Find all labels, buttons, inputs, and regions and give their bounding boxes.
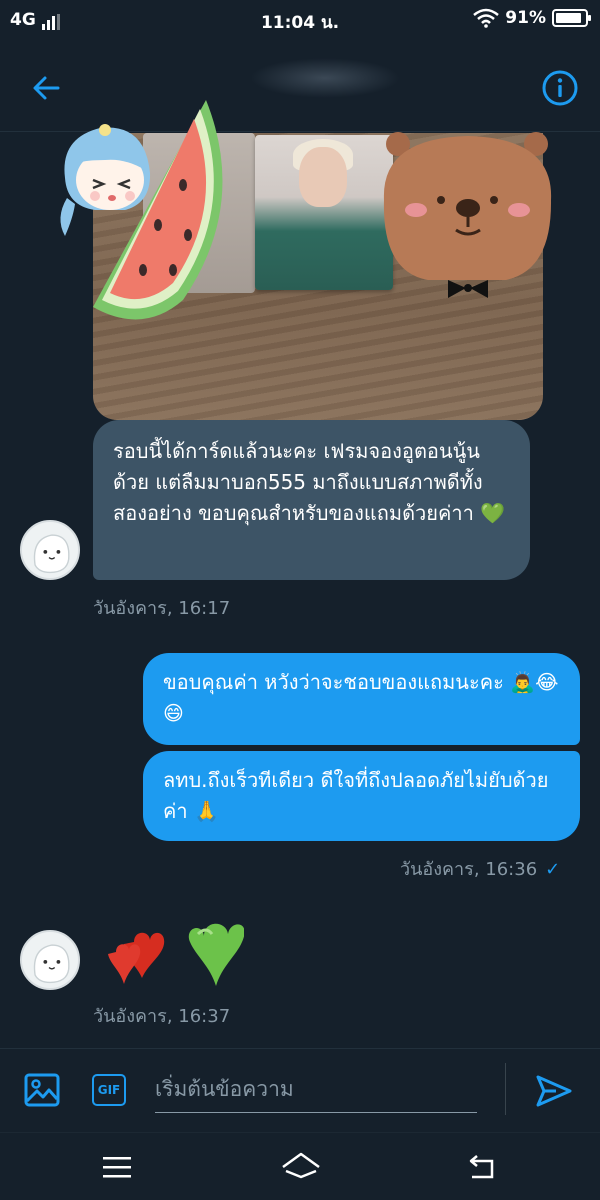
read-check-icon: ✓ [545, 859, 561, 880]
image-icon[interactable] [24, 1073, 60, 1107]
received-message-bubble[interactable]: รอบนี้ได้การ์ดแล้วนะคะ เฟรมจองอูตอนนู้นด… [93, 420, 530, 580]
battery-icon [552, 9, 591, 27]
received-message-text: รอบนี้ได้การ์ดแล้วนะคะ เฟรมจองอูตอนนู้นด… [113, 439, 506, 525]
status-right: 91% [473, 8, 591, 28]
menu-icon[interactable] [102, 1155, 132, 1179]
composer-divider [505, 1063, 506, 1115]
bear-sticker [383, 132, 552, 298]
photocard [255, 135, 393, 290]
home-icon[interactable] [280, 1151, 322, 1183]
received-timestamp: วันอังคาร, 16:17 [93, 598, 231, 619]
sent-message-text: ขอบคุณค่า หวังว่าจะชอบของแถมนะคะ 🙇‍♂️😂😄 [163, 670, 559, 725]
message-input[interactable]: เริ่มต้นข้อความ [155, 1067, 477, 1113]
send-icon[interactable] [534, 1071, 574, 1111]
avatar-image [22, 932, 78, 988]
status-bar: 4G 11:04 น. 91% [0, 0, 600, 40]
info-circle-icon[interactable] [540, 68, 580, 108]
battery-percent: 91% [505, 8, 546, 28]
sent-message-bubble[interactable]: ลทบ.ถึงเร็วทีเดียว ดีใจที่ถึงปลอดภัยไม่ย… [143, 751, 580, 841]
reaction-timestamp: วันอังคาร, 16:37 [93, 1006, 231, 1027]
sent-timestamp: วันอังคาร, 16:36 ✓ [400, 854, 560, 883]
arrow-left-icon[interactable] [28, 70, 64, 106]
sent-message-bubble[interactable]: ขอบคุณค่า หวังว่าจะชอบของแถมนะคะ 🙇‍♂️😂😄 [143, 653, 580, 745]
avatar[interactable] [20, 520, 80, 580]
gif-button[interactable]: GIF [92, 1074, 126, 1106]
avatar[interactable] [20, 930, 80, 990]
girl-sticker [60, 124, 151, 236]
wifi-icon [473, 8, 500, 28]
sent-message-text: ลทบ.ถึงเร็วทีเดียว ดีใจที่ถึงปลอดภัยไม่ย… [163, 768, 549, 823]
blurred-contact-name [250, 58, 400, 98]
message-composer: GIF เริ่มต้นข้อความ [0, 1048, 600, 1132]
sent-time-text: วันอังคาร, 16:36 [400, 859, 538, 880]
hearts-icon [108, 923, 245, 986]
avatar-image [22, 522, 78, 578]
back-icon[interactable] [466, 1153, 498, 1181]
system-navbar [0, 1132, 600, 1200]
received-emoji-message[interactable] [94, 918, 245, 990]
